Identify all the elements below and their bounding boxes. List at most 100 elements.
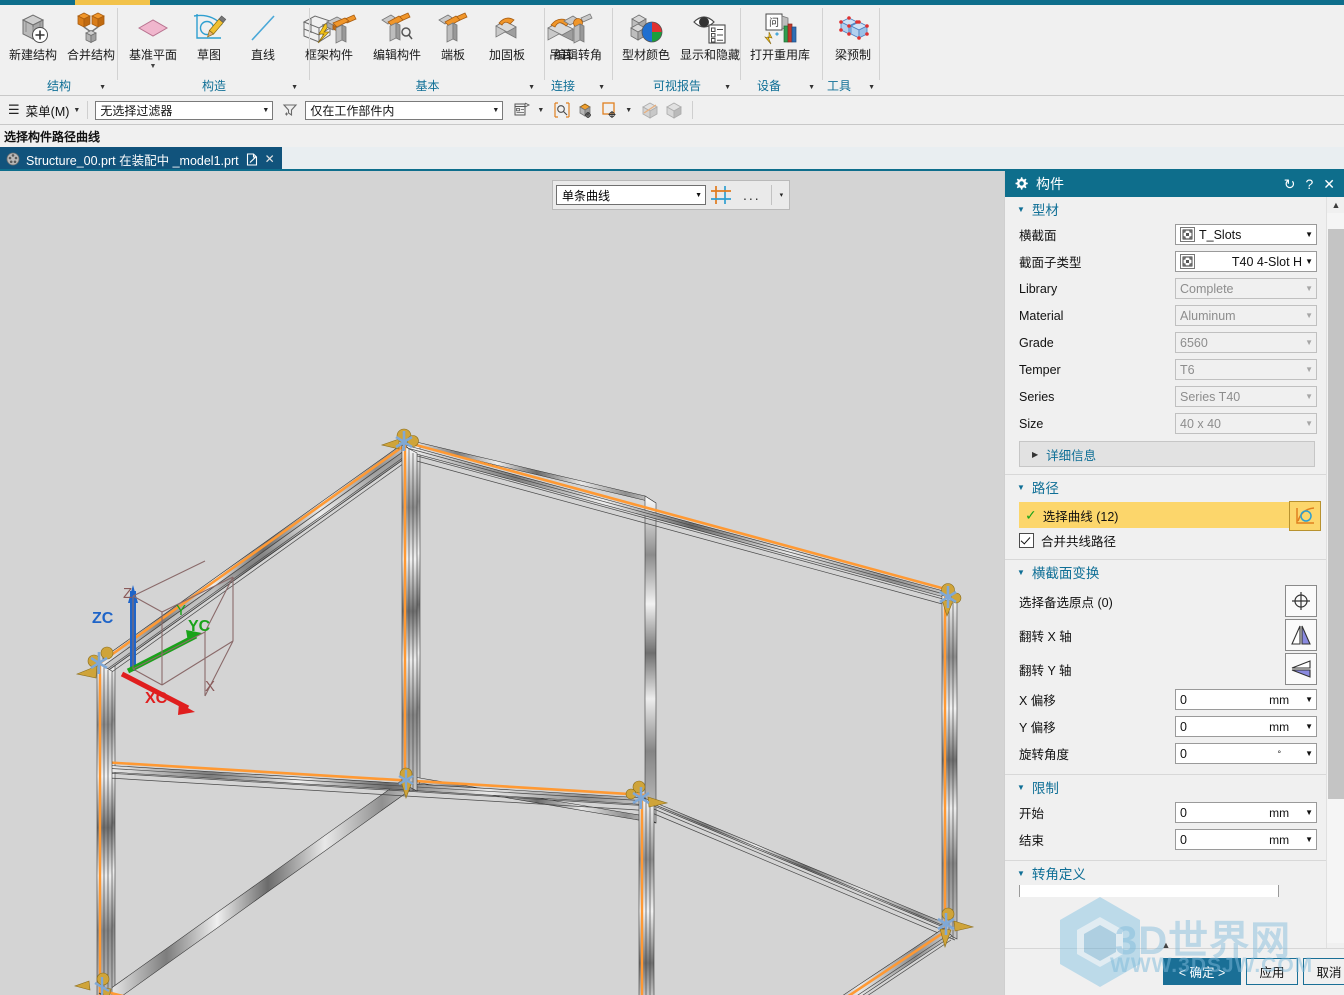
material-combo[interactable]: Aluminum ▼	[1175, 305, 1317, 326]
rotation-angle-input[interactable]: 0 ° ▼	[1175, 743, 1317, 764]
section-header-profile[interactable]: ▼ 型材	[1005, 197, 1327, 221]
chevron-down-icon[interactable]: ▼	[150, 63, 157, 70]
filter-funnel-icon[interactable]	[279, 99, 301, 121]
scope-filter-combo[interactable]: 仅在工作部件内 ▼	[305, 100, 504, 120]
part-tab-structure-00[interactable]: Structure_00.prt 在装配中 _model1.prt ✕	[0, 147, 282, 171]
size-combo[interactable]: 40 x 40 ▼	[1175, 413, 1317, 434]
field-label: 翻转 X 轴	[1019, 629, 1072, 644]
curve-select-icon[interactable]	[1289, 501, 1321, 531]
intersection-snap-icon[interactable]	[709, 184, 735, 206]
series-combo[interactable]: Series T40 ▼	[1175, 386, 1317, 407]
ribbon-button-show-hide[interactable]: 显示和隐藏	[675, 5, 745, 75]
chevron-down-icon[interactable]: ▼	[1305, 749, 1313, 758]
section-view-icon[interactable]	[663, 99, 685, 121]
ribbon-button-beam-prefab[interactable]: 梁预制	[826, 5, 880, 75]
chevron-down-icon[interactable]: ▾	[777, 191, 787, 199]
corner-combo[interactable]	[1019, 885, 1279, 897]
ribbon-button-merge-structure[interactable]: 合并结构	[62, 5, 120, 75]
ribbon-button-datum-plane[interactable]: 基准平面 ▼	[124, 5, 182, 75]
field-label: Temper	[1019, 362, 1061, 377]
selection-filter-combo[interactable]: 无选择过滤器 ▼	[95, 100, 274, 120]
material-value: Aluminum	[1180, 308, 1236, 323]
cancel-button[interactable]: 取消	[1303, 958, 1344, 985]
cross-section-combo[interactable]: T_Slots ▼	[1175, 224, 1317, 245]
section-subtype-combo[interactable]: T40 4-Slot H ▼	[1175, 251, 1317, 272]
reset-icon[interactable]: ↻	[1284, 177, 1296, 191]
section-header-corner[interactable]: ▼ 转角定义	[1005, 861, 1327, 885]
ribbon-button-label: 显示和隐藏	[680, 48, 741, 62]
group-dialog-launcher-icon[interactable]: ▼	[724, 84, 731, 91]
scroll-track[interactable]	[1327, 213, 1344, 943]
group-dialog-launcher-icon[interactable]: ▼	[99, 84, 106, 91]
chevron-down-icon: ▼	[1305, 257, 1313, 266]
ribbon-button-end-plate[interactable]: 端板	[426, 5, 480, 75]
ribbon-button-sketch[interactable]: 草图	[182, 5, 236, 75]
chevron-down-icon[interactable]: ▼	[1305, 808, 1313, 817]
ribbon-button-gusset-plate[interactable]: 加固板	[480, 5, 534, 75]
chevron-down-icon[interactable]: ▼	[1305, 722, 1313, 731]
help-icon[interactable]: ?	[1305, 177, 1313, 191]
panel-scrollbar[interactable]: ▲ ▼	[1326, 197, 1344, 959]
field-label: X 偏移	[1019, 694, 1056, 708]
close-icon[interactable]: ✕	[1323, 177, 1335, 191]
group-dialog-launcher-icon[interactable]: ▼	[291, 84, 298, 91]
chevron-down-icon[interactable]: ▼	[625, 107, 632, 114]
apply-button[interactable]: 应用	[1246, 958, 1298, 985]
detail-info-expander[interactable]: ▶ 详细信息	[1019, 441, 1315, 467]
flip-x-icon[interactable]	[1285, 619, 1317, 651]
scroll-up-arrow[interactable]: ▲	[1327, 197, 1344, 213]
field-label: 开始	[1019, 807, 1045, 821]
flip-y-icon[interactable]	[1285, 653, 1317, 685]
end-input[interactable]: 0 mm ▼	[1175, 829, 1317, 850]
chevron-down-icon[interactable]: ▼	[1305, 695, 1313, 704]
scroll-thumb[interactable]	[1328, 229, 1344, 799]
start-value: 0	[1180, 805, 1187, 820]
ribbon-button-member[interactable]: 构件	[314, 5, 368, 75]
y-offset-input[interactable]: 0 mm ▼	[1175, 716, 1317, 737]
merge-collinear-checkbox-row[interactable]: 合并共线路径	[1005, 528, 1327, 552]
graphics-viewport[interactable]: Z Y X ZC YC XC Z	[0, 171, 1004, 995]
snap-point-icon[interactable]	[551, 99, 573, 121]
grade-combo[interactable]: 6560 ▼	[1175, 332, 1317, 353]
chevron-down-icon[interactable]: ▼	[537, 107, 544, 114]
ribbon-button-open-reuse-library[interactable]: 问 打开重用库	[745, 5, 815, 75]
section-header-transform[interactable]: ▼ 横截面变换	[1005, 560, 1327, 584]
menu-button[interactable]: 菜单(M)	[26, 101, 70, 120]
ok-button[interactable]: < 确定 >	[1163, 958, 1241, 985]
group-dialog-launcher-icon[interactable]: ▼	[868, 84, 875, 91]
modified-icon[interactable]	[245, 152, 259, 166]
chevron-down-icon[interactable]: ▼	[1305, 835, 1313, 844]
end-unit: mm	[1269, 832, 1290, 847]
ribbon-button-edit-member[interactable]: 编辑构件	[368, 5, 426, 75]
member-icon	[321, 7, 361, 49]
group-dialog-launcher-icon[interactable]: ▼	[598, 84, 605, 91]
select-curve-row[interactable]: ✓ 选择曲线 (12)	[1019, 501, 1321, 531]
ribbon-button-edit-corner[interactable]: 编辑转角	[549, 5, 607, 75]
selection-priority-icon[interactable]	[511, 99, 533, 121]
temper-combo[interactable]: T6 ▼	[1175, 359, 1317, 380]
point-select-icon[interactable]	[599, 99, 621, 121]
start-input[interactable]: 0 mm ▼	[1175, 802, 1317, 823]
ribbon-button-new-structure[interactable]: 新建结构	[4, 5, 62, 75]
face-select-icon[interactable]	[575, 99, 597, 121]
more-options-button[interactable]: ...	[738, 188, 766, 202]
group-dialog-launcher-icon[interactable]: ▼	[528, 84, 535, 91]
library-combo[interactable]: Complete ▼	[1175, 278, 1317, 299]
ribbon-button-profile-color[interactable]: 型材颜色	[617, 5, 675, 75]
merge-collinear-checkbox[interactable]	[1019, 532, 1034, 548]
chevron-down-icon[interactable]: ▼	[73, 107, 80, 114]
chevron-down-icon: ▼	[262, 106, 270, 114]
section-header-limits[interactable]: ▼ 限制	[1005, 775, 1327, 799]
origin-point-icon[interactable]	[1285, 585, 1317, 617]
shaded-view-icon[interactable]	[639, 99, 661, 121]
x-offset-input[interactable]: 0 mm ▼	[1175, 689, 1317, 710]
close-icon[interactable]: ✕	[265, 153, 275, 165]
ribbon-button-line[interactable]: 直线	[236, 5, 290, 75]
group-dialog-launcher-icon[interactable]: ▼	[808, 84, 815, 91]
section-header-path[interactable]: ▼ 路径	[1005, 475, 1327, 499]
end-plate-icon	[433, 7, 473, 49]
hamburger-icon[interactable]: ☰	[8, 103, 20, 116]
field-label: Y 偏移	[1019, 721, 1056, 735]
curve-rule-combo[interactable]: 单条曲线 ▼	[556, 185, 706, 205]
collapse-panel-arrow[interactable]: ▲	[1005, 939, 1327, 951]
